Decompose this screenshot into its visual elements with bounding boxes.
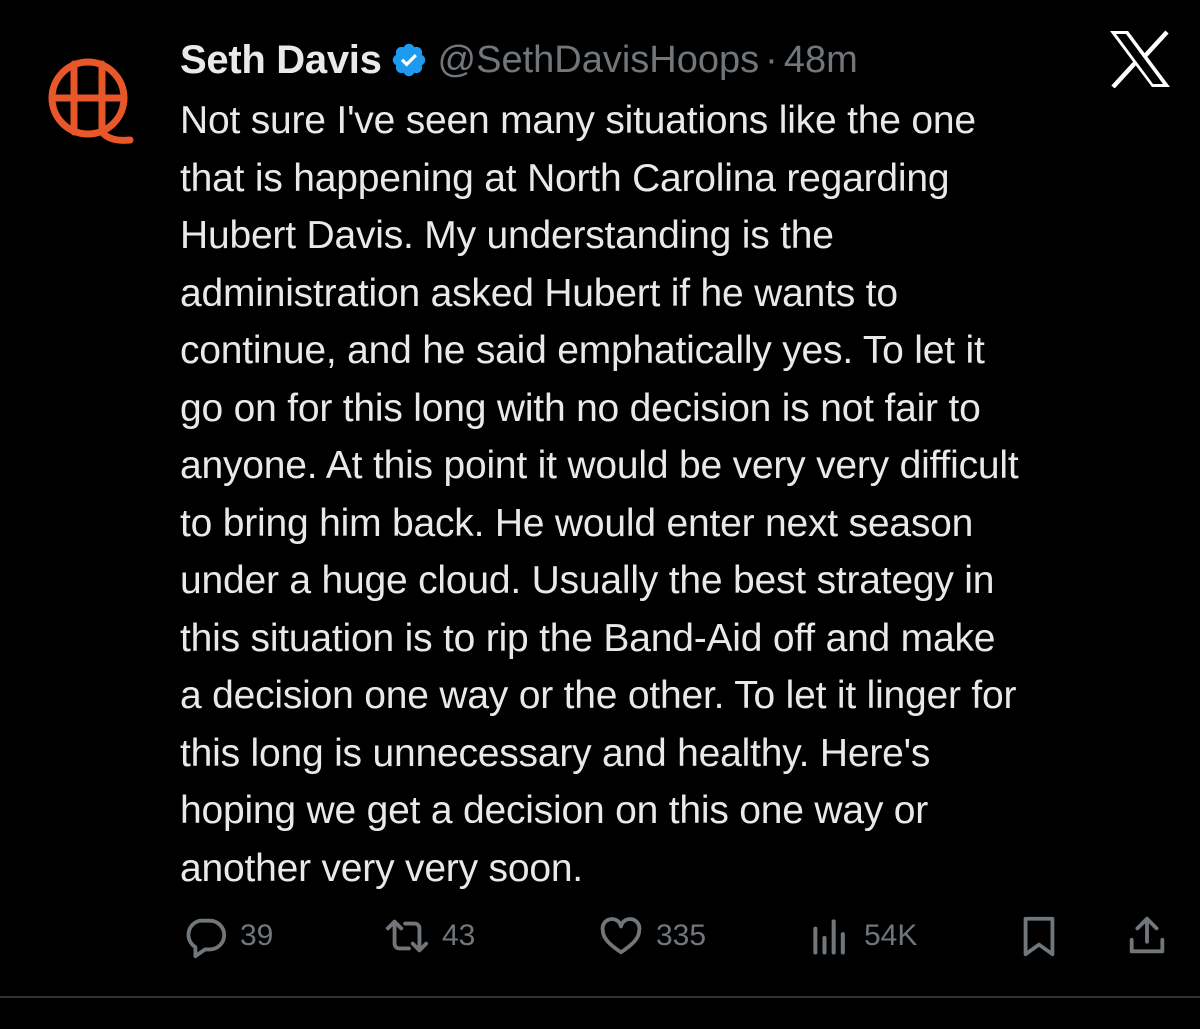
tweet-text-line: anyone. At this point it would be very v…: [180, 444, 1019, 487]
heart-icon: [600, 917, 642, 955]
tweet-text-line: this situation is to rip the Band-Aid of…: [180, 616, 996, 660]
tweet-text-line: this long is unnecessary and healthy. He…: [180, 731, 931, 775]
tweet-text-line: to bring him back. He would enter next s…: [180, 501, 974, 545]
reply-button[interactable]: 39: [182, 910, 273, 962]
x-logo-icon: [1110, 30, 1170, 89]
share-icon: [1129, 916, 1165, 954]
tweet-text-line: hoping we get a decision on this one way…: [180, 789, 929, 832]
reply-count: 39: [240, 919, 274, 952]
share-button[interactable]: [1124, 910, 1170, 962]
repost-icon: [385, 919, 429, 953]
display-name[interactable]: Seth Davis: [180, 38, 382, 83]
like-button[interactable]: 335: [598, 910, 706, 962]
tweet-text-line: that is happening at North Carolina rega…: [180, 156, 950, 200]
tweet-text-line: continue, and he said emphatically yes. …: [180, 329, 985, 372]
verified-badge-icon: [392, 43, 425, 77]
handle[interactable]: @SethDavisHoops: [438, 39, 760, 82]
tweet-text-line: another very very soon.: [180, 846, 583, 890]
timestamp[interactable]: 48m: [784, 39, 858, 82]
avatar[interactable]: [38, 52, 142, 152]
bookmark-icon: [1023, 916, 1055, 957]
tweet: Seth Davis @SethDavisHoops · 48m Not sur…: [0, 0, 1200, 1000]
reply-icon: [186, 918, 227, 959]
action-bar: 39 43 335 54K: [0, 910, 1200, 962]
tweet-text-line: Hubert Davis. My understanding is the: [180, 214, 834, 257]
tweet-text-line: go on for this long with no decision is …: [180, 386, 981, 430]
basketball-logo-icon: [48, 58, 134, 144]
views-count: 54K: [864, 919, 918, 952]
repost-count: 43: [442, 919, 476, 952]
tweet-text: Not sure I've seen many situations like …: [180, 92, 1180, 897]
tweet-header: Seth Davis @SethDavisHoops · 48m: [180, 30, 858, 90]
bookmark-button[interactable]: [1016, 910, 1062, 962]
views-chart-icon: [813, 919, 845, 955]
views-button[interactable]: 54K: [808, 910, 917, 962]
tweet-text-line: a decision one way or the other. To let …: [180, 674, 1017, 717]
divider: [0, 996, 1200, 998]
tweet-text-line: under a huge cloud. Usually the best str…: [180, 559, 995, 602]
x-logo: [1108, 30, 1172, 89]
tweet-text-line: Not sure I've seen many situations like …: [180, 99, 976, 142]
separator-dot: ·: [765, 38, 778, 81]
like-count: 335: [656, 919, 707, 952]
repost-button[interactable]: 43: [384, 910, 475, 962]
tweet-text-line: administration asked Hubert if he wants …: [180, 271, 898, 315]
